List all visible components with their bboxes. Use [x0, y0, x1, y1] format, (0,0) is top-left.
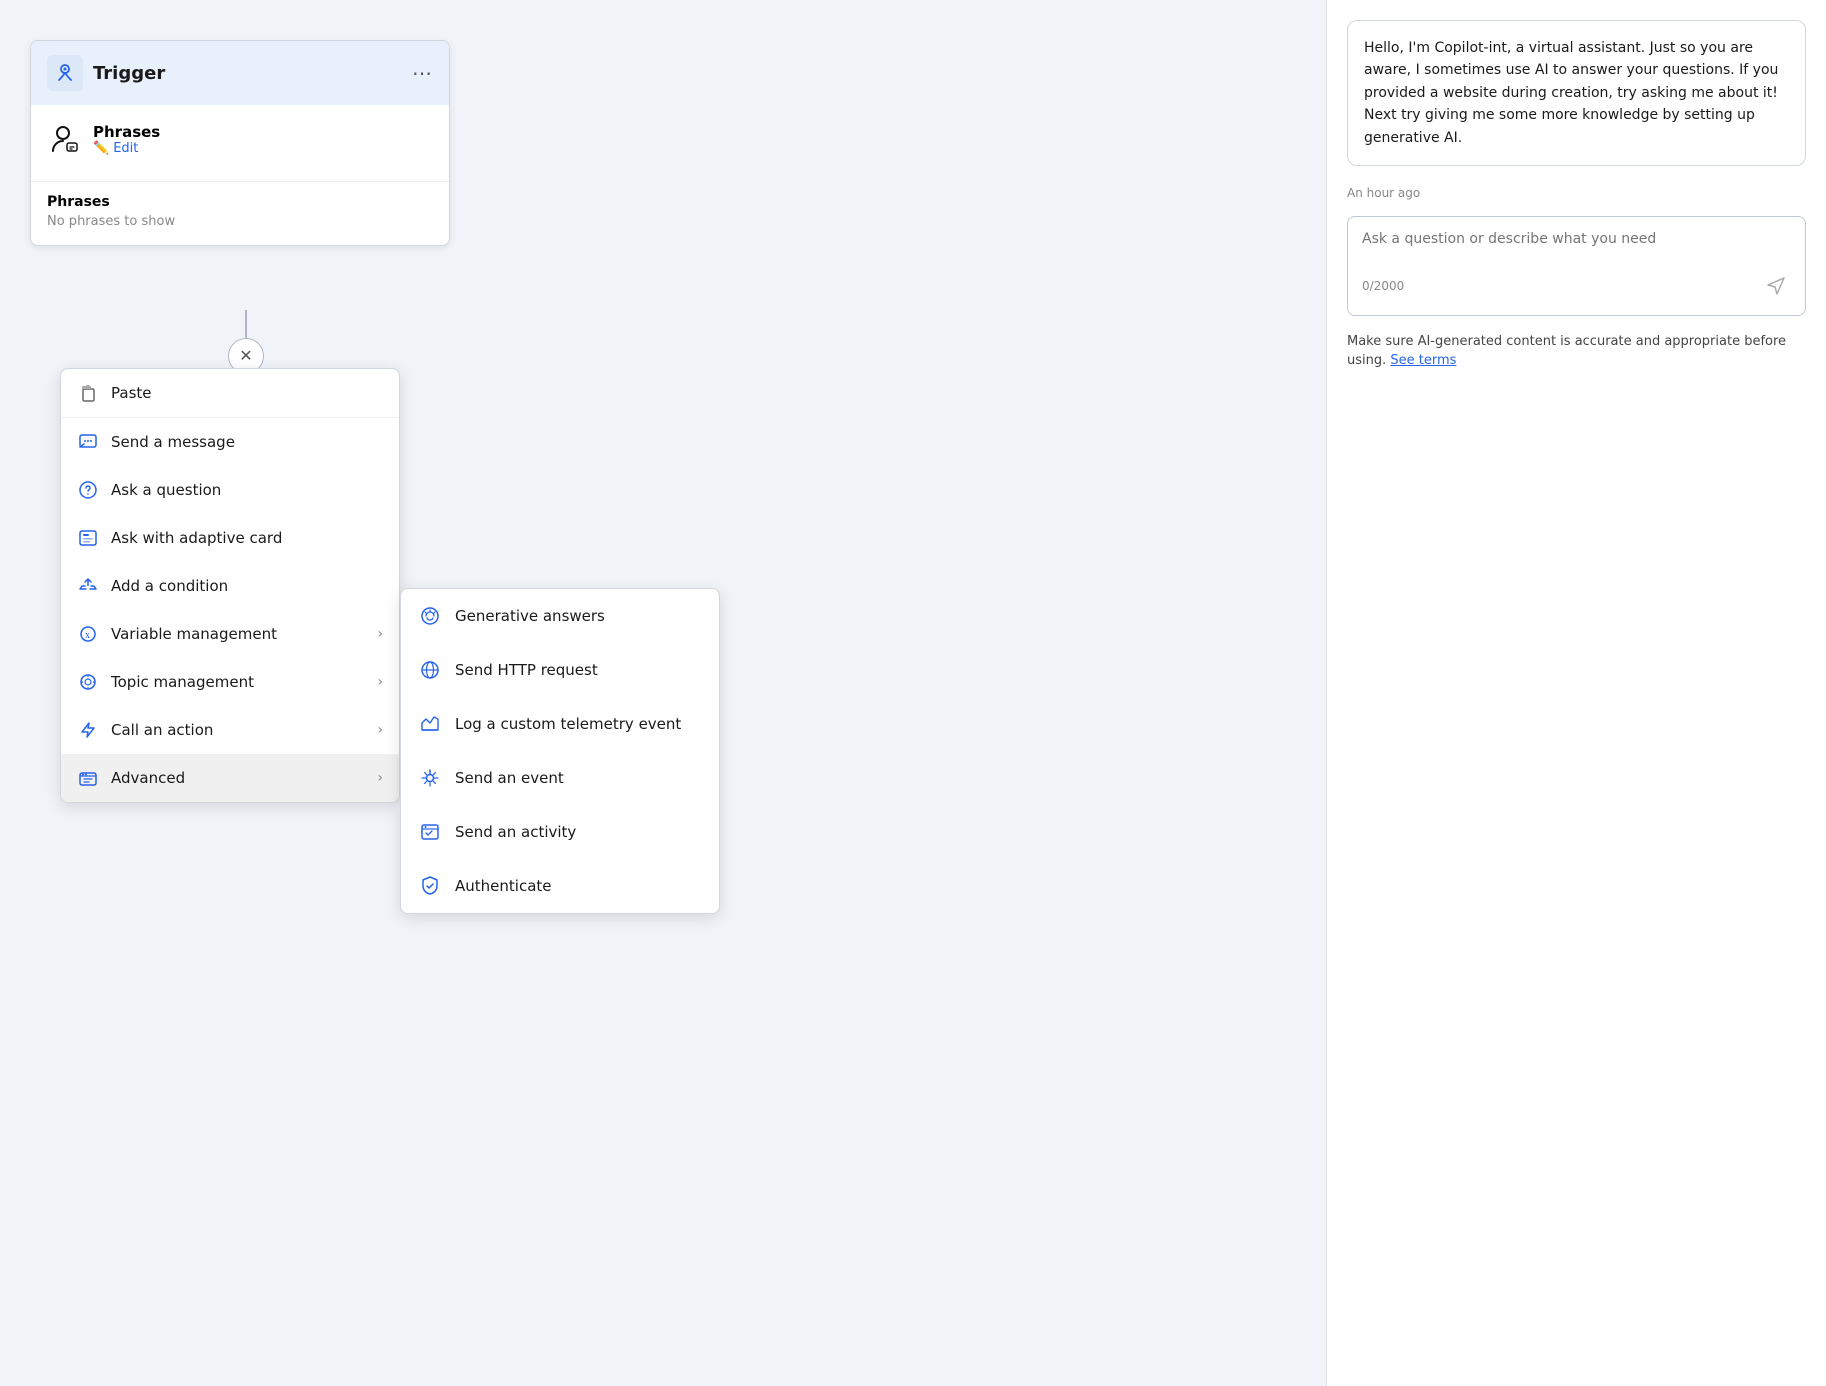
trigger-header: Trigger ⋯	[31, 41, 449, 105]
trigger-menu-button[interactable]: ⋯	[412, 61, 433, 86]
chat-message: Hello, I'm Copilot-int, a virtual assist…	[1347, 20, 1806, 166]
chat-message-text: Hello, I'm Copilot-int, a virtual assist…	[1364, 40, 1778, 146]
advanced-label: Advanced	[111, 769, 185, 787]
chat-input-area[interactable]: 0/2000	[1347, 216, 1806, 316]
add-condition-label: Add a condition	[111, 577, 228, 595]
trigger-card: Trigger ⋯ Phrases ✏️ Edit	[30, 40, 450, 246]
menu-item-paste[interactable]: Paste	[61, 369, 399, 417]
generative-answers-icon	[417, 603, 443, 629]
menu-item-add-condition[interactable]: Add a condition	[61, 562, 399, 610]
svg-text:x: x	[85, 630, 90, 641]
chat-input-footer: 0/2000	[1362, 271, 1791, 301]
connector-line-top	[245, 310, 247, 338]
chat-timestamp: An hour ago	[1347, 186, 1806, 200]
see-terms-link[interactable]: See terms	[1390, 353, 1456, 368]
activity-icon	[417, 819, 443, 845]
adaptive-card-icon	[77, 527, 99, 549]
submenu-item-send-event[interactable]: Send an event	[401, 751, 719, 805]
disclaimer: Make sure AI-generated content is accura…	[1347, 332, 1806, 371]
ask-adaptive-label: Ask with adaptive card	[111, 529, 282, 547]
condition-icon	[77, 575, 99, 597]
submenu-item-send-http[interactable]: Send HTTP request	[401, 643, 719, 697]
variable-icon: x	[77, 623, 99, 645]
send-message-label: Send a message	[111, 433, 235, 451]
authenticate-label: Authenticate	[455, 877, 552, 895]
char-count: 0/2000	[1362, 279, 1404, 293]
submenu-item-send-activity[interactable]: Send an activity	[401, 805, 719, 859]
chat-input[interactable]	[1362, 231, 1791, 263]
chat-panel: Hello, I'm Copilot-int, a virtual assist…	[1326, 0, 1826, 1386]
send-button[interactable]	[1761, 271, 1791, 301]
menu-item-ask-adaptive[interactable]: Ask with adaptive card	[61, 514, 399, 562]
generative-answers-label: Generative answers	[455, 607, 605, 625]
topic-icon	[77, 671, 99, 693]
edit-label: Edit	[113, 141, 138, 156]
advanced-icon	[77, 767, 99, 789]
submenu-item-telemetry[interactable]: Log a custom telemetry event	[401, 697, 719, 751]
menu-item-variable-management[interactable]: x Variable management ›	[61, 610, 399, 658]
call-action-label: Call an action	[111, 721, 213, 739]
event-icon	[417, 765, 443, 791]
phrases-heading: Phrases	[93, 123, 160, 141]
action-menu: Paste Send a message	[60, 368, 400, 803]
menu-item-send-message[interactable]: Send a message	[61, 418, 399, 466]
action-icon	[77, 719, 99, 741]
authenticate-icon	[417, 873, 443, 899]
submenu-advanced: Generative answers Send HTTP request Lo	[400, 588, 720, 914]
phrases-person-icon	[47, 121, 83, 157]
phrases-section-label: Phrases	[47, 194, 433, 210]
variable-chevron-icon: ›	[377, 626, 383, 642]
action-chevron-icon: ›	[377, 722, 383, 738]
variable-management-label: Variable management	[111, 625, 277, 643]
trigger-title: Trigger	[93, 63, 402, 84]
message-icon	[77, 431, 99, 453]
telemetry-icon	[417, 711, 443, 737]
question-icon	[77, 479, 99, 501]
send-activity-label: Send an activity	[455, 823, 576, 841]
phrases-section: Phrases No phrases to show	[31, 181, 449, 245]
edit-link[interactable]: ✏️ Edit	[93, 141, 160, 156]
edit-icon: ✏️	[93, 141, 109, 156]
paste-label: Paste	[111, 384, 152, 402]
send-event-label: Send an event	[455, 769, 564, 787]
phrases-info: Phrases ✏️ Edit	[93, 123, 160, 156]
send-http-label: Send HTTP request	[455, 661, 598, 679]
menu-item-advanced[interactable]: Advanced ›	[61, 754, 399, 802]
advanced-chevron-icon: ›	[377, 770, 383, 786]
topic-management-label: Topic management	[111, 673, 254, 691]
log-telemetry-label: Log a custom telemetry event	[455, 715, 681, 733]
phrases-empty-text: No phrases to show	[47, 214, 433, 229]
submenu-item-generative-answers[interactable]: Generative answers	[401, 589, 719, 643]
trigger-body: Phrases ✏️ Edit	[31, 105, 449, 181]
http-icon	[417, 657, 443, 683]
menu-item-topic-management[interactable]: Topic management ›	[61, 658, 399, 706]
ask-question-label: Ask a question	[111, 481, 221, 499]
topic-chevron-icon: ›	[377, 674, 383, 690]
connector: ✕	[228, 310, 264, 374]
trigger-icon	[47, 55, 83, 91]
menu-item-ask-question[interactable]: Ask a question	[61, 466, 399, 514]
menu-item-call-action[interactable]: Call an action ›	[61, 706, 399, 754]
submenu-item-authenticate[interactable]: Authenticate	[401, 859, 719, 913]
paste-icon	[77, 382, 99, 404]
